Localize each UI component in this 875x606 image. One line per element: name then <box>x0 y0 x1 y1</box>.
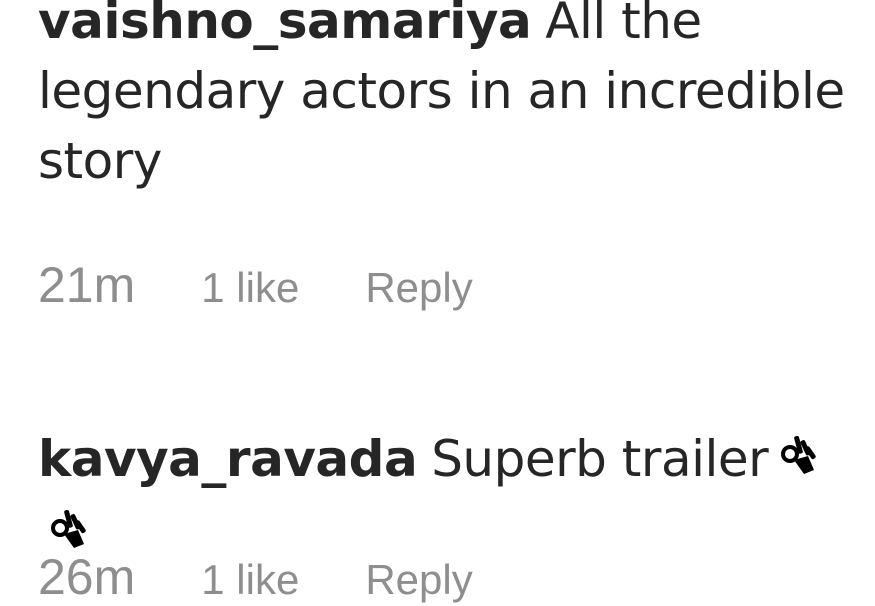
comment-item: vaishno_samariya All the legendary actors… <box>38 0 868 313</box>
comment-username[interactable]: kavya_ravada <box>38 430 418 488</box>
comment-timestamp[interactable]: 21m <box>38 256 135 314</box>
comment-like-count[interactable]: 1 like <box>201 556 299 604</box>
ok-hand-icon <box>774 428 822 498</box>
comment-item: kavya_ravada Superb trailer 26m 1 like R… <box>38 424 868 605</box>
reply-button[interactable]: Reply <box>365 556 472 604</box>
comment-meta: 26m 1 like Reply <box>38 548 473 606</box>
comment-meta: 21m 1 like Reply <box>38 256 473 314</box>
comment-timestamp[interactable]: 26m <box>38 548 135 606</box>
reply-button[interactable]: Reply <box>365 264 472 312</box>
comment-body: Superb trailer <box>431 430 769 488</box>
comment-username[interactable]: vaishno_samariya <box>38 0 532 50</box>
comment-like-count[interactable]: 1 like <box>201 264 299 312</box>
comment-text: vaishno_samariya All the legendary actors… <box>38 0 868 196</box>
